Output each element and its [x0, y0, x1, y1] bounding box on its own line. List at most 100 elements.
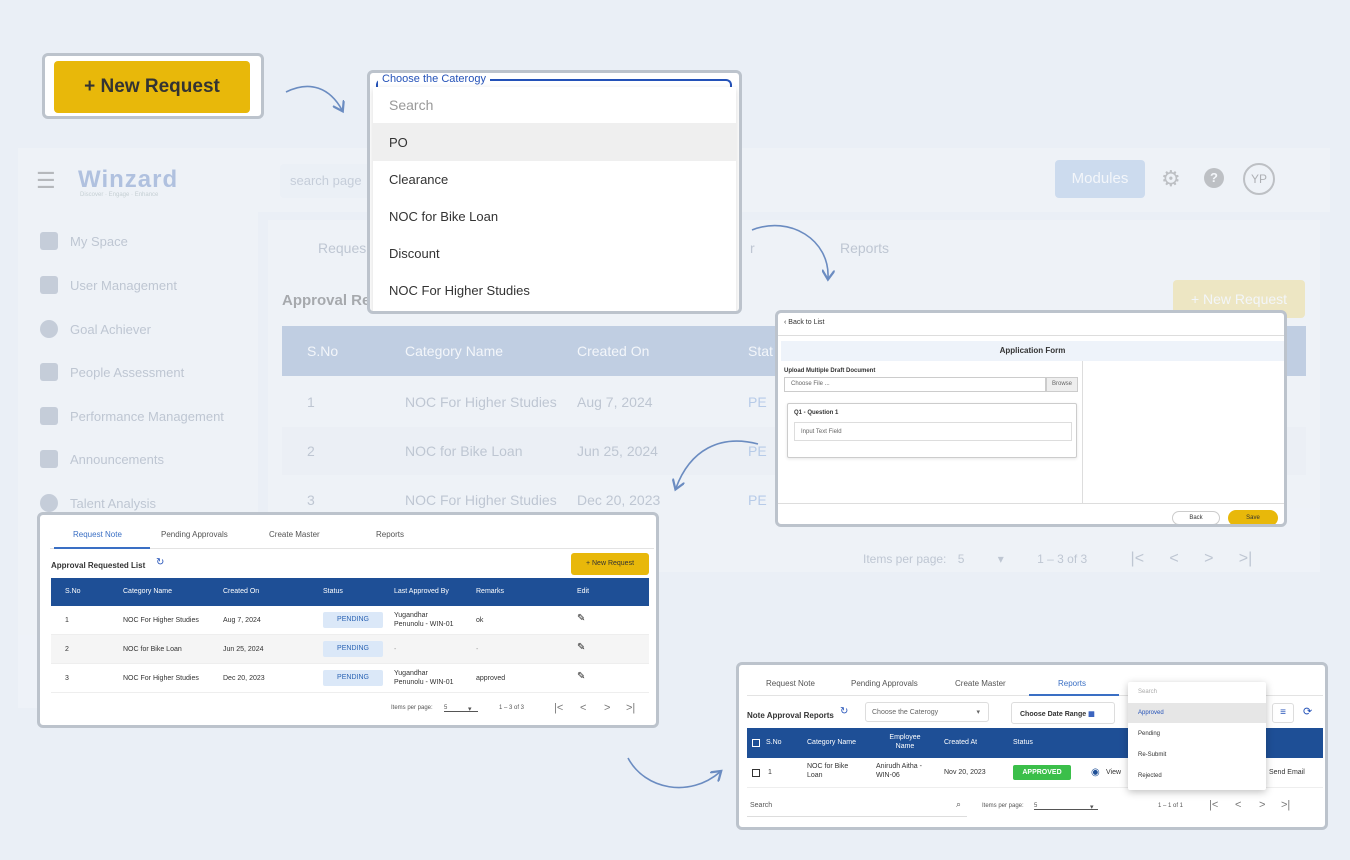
- option-pending[interactable]: Pending: [1128, 724, 1266, 744]
- sidebar-item-announcements[interactable]: Announcements: [40, 450, 164, 468]
- tab-pending-approvals[interactable]: Pending Approvals: [851, 679, 918, 688]
- select-all-checkbox[interactable]: [752, 739, 760, 747]
- refresh-icon[interactable]: ↻: [840, 706, 848, 717]
- last-page-icon[interactable]: >|: [1239, 550, 1253, 567]
- option-re-submit[interactable]: Re-Submit: [1128, 745, 1266, 765]
- dropdown-search-input[interactable]: Search: [389, 97, 433, 113]
- items-per-page-label: Items per page:: [982, 803, 1024, 809]
- tab-create-master[interactable]: Create Master: [955, 679, 1006, 688]
- back-to-list-link[interactable]: ‹ Back to List: [784, 319, 824, 326]
- eye-icon[interactable]: ◉: [1091, 767, 1100, 778]
- new-request-button[interactable]: + New Request: [571, 553, 649, 575]
- reports-panel: Request Note Pending Approvals Create Ma…: [736, 662, 1328, 830]
- question-input[interactable]: Input Text Field: [794, 422, 1072, 441]
- question-card: Q1 - Question 1 Input Text Field: [787, 403, 1077, 458]
- table-row: 2 NOC for Bike Loan Jun 25, 2024 PENDING…: [51, 635, 649, 664]
- gear-icon[interactable]: ⚙: [1161, 166, 1181, 192]
- edit-pencil-icon[interactable]: ✎: [577, 613, 585, 624]
- send-email-link[interactable]: Send Email: [1269, 769, 1305, 776]
- filter-icon[interactable]: ≡: [1272, 703, 1294, 723]
- tab-reports[interactable]: Reports: [840, 240, 889, 256]
- option-noc-higher-studies[interactable]: NOC For Higher Studies: [373, 271, 736, 309]
- sidebar-item-talent-analysis[interactable]: Talent Analysis: [40, 494, 156, 512]
- file-input[interactable]: Choose File ...: [784, 377, 1046, 392]
- new-request-button[interactable]: + New Request: [54, 61, 250, 113]
- refresh-icon[interactable]: ↻: [156, 557, 164, 568]
- divider: [778, 335, 1284, 336]
- last-page-icon[interactable]: >|: [626, 702, 635, 714]
- option-rejected[interactable]: Rejected: [1128, 766, 1266, 786]
- save-button[interactable]: Save: [1228, 510, 1278, 524]
- option-discount[interactable]: Discount: [373, 234, 736, 272]
- tab-request-note[interactable]: Request Note: [766, 679, 815, 688]
- tab-create-master[interactable]: Create Master: [269, 530, 320, 539]
- help-icon[interactable]: ?: [1204, 168, 1224, 188]
- back-button[interactable]: Back: [1172, 511, 1220, 524]
- status-search-input[interactable]: Search: [1138, 689, 1157, 695]
- list-title: Approval Requested List: [51, 561, 146, 570]
- column-header: Category Name: [807, 739, 857, 746]
- category-select[interactable]: Choose the Caterogy ▾: [865, 702, 989, 722]
- next-page-icon[interactable]: >: [604, 702, 610, 714]
- chevron-down-icon: ▾: [1090, 804, 1094, 811]
- hamburger-icon[interactable]: ☰: [36, 168, 56, 194]
- form-title: Application Form: [781, 341, 1284, 361]
- status-dropdown: Search Approved Pending Re-Submit Reject…: [1128, 682, 1266, 790]
- megaphone-icon: [40, 450, 58, 468]
- sidebar-item-user-management[interactable]: User Management: [40, 276, 177, 294]
- prev-page-icon[interactable]: <: [580, 702, 586, 714]
- calendar-icon: ▦: [1088, 711, 1095, 718]
- talent-icon: [40, 494, 58, 512]
- new-request-callout: + New Request: [42, 53, 264, 119]
- option-noc-bike-loan[interactable]: NOC for Bike Loan: [373, 197, 736, 235]
- browse-button[interactable]: Browse: [1046, 377, 1078, 392]
- logo-tagline: Discover · Engage · Enhance: [80, 192, 159, 198]
- modules-button[interactable]: Modules: [1055, 160, 1145, 198]
- edit-pencil-icon[interactable]: ✎: [577, 642, 585, 653]
- divider: [778, 503, 1284, 504]
- category-select-label: Choose the Caterogy: [378, 73, 490, 85]
- sync-icon[interactable]: ⟳: [1303, 705, 1312, 718]
- tab-reports[interactable]: Reports: [1058, 679, 1086, 688]
- view-link[interactable]: View: [1106, 769, 1121, 776]
- category-dropdown: Choose the Caterogy Search PO Clearance …: [367, 70, 742, 314]
- row-checkbox[interactable]: [752, 769, 760, 777]
- table-row: 3 NOC For Higher Studies Dec 20, 2023 PE…: [51, 664, 649, 693]
- column-header: Status: [1013, 739, 1033, 746]
- per-page-select[interactable]: 5: [958, 552, 965, 566]
- sidebar-item-performance-management[interactable]: Performance Management: [40, 407, 224, 425]
- tab-request-note[interactable]: Request Note: [73, 530, 122, 539]
- tab-reports[interactable]: Reports: [376, 530, 404, 539]
- sidebar-item-people-assessment[interactable]: People Assessment: [40, 363, 184, 381]
- option-po[interactable]: PO: [373, 123, 736, 161]
- status-badge: PENDING: [323, 641, 383, 657]
- per-page-select[interactable]: 5: [1034, 803, 1098, 810]
- page-range: 1 – 3 of 3: [499, 705, 525, 711]
- next-page-icon[interactable]: >: [1204, 550, 1213, 567]
- edit-pencil-icon[interactable]: ✎: [577, 671, 585, 682]
- first-page-icon[interactable]: |<: [1209, 799, 1218, 811]
- first-page-icon[interactable]: |<: [554, 702, 563, 714]
- sidebar-item-goal-achiever[interactable]: Goal Achiever: [40, 320, 151, 338]
- last-page-icon[interactable]: >|: [1281, 799, 1290, 811]
- option-approved[interactable]: Approved: [1128, 703, 1266, 723]
- column-header: Last Approved By: [394, 588, 449, 595]
- tab-create-master[interactable]: r: [750, 240, 755, 256]
- next-page-icon[interactable]: >: [1259, 799, 1265, 811]
- first-page-icon[interactable]: |<: [1131, 550, 1145, 567]
- table-header: S.No Category Name Created On Status Las…: [51, 578, 649, 606]
- users-icon: [40, 276, 58, 294]
- sidebar-item-my-space[interactable]: My Space: [40, 232, 128, 250]
- per-page-select[interactable]: 5: [444, 705, 478, 712]
- avatar[interactable]: YP: [1243, 163, 1275, 195]
- search-input[interactable]: Search ⌕: [747, 793, 967, 817]
- prev-page-icon[interactable]: <: [1169, 550, 1178, 567]
- prev-page-icon[interactable]: <: [1235, 799, 1241, 811]
- date-range-picker[interactable]: Choose Date Range ▦: [1011, 702, 1115, 724]
- tab-pending-approvals[interactable]: Pending Approvals: [161, 530, 228, 539]
- page-range: 1 – 1 of 1: [1158, 803, 1184, 809]
- chevron-left-icon: ‹: [784, 319, 787, 326]
- tab-request-note[interactable]: Reques: [318, 240, 366, 256]
- option-clearance[interactable]: Clearance: [373, 160, 736, 198]
- question-title: Q1 - Question 1: [794, 410, 839, 416]
